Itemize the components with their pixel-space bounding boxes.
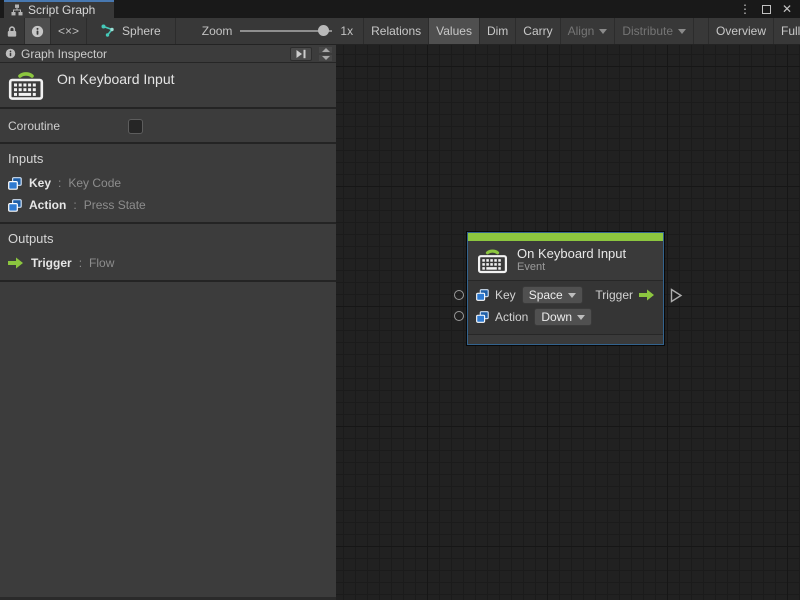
key-input-port[interactable] [454, 290, 464, 300]
action-value-dropdown[interactable]: Down [534, 308, 593, 326]
action-port-label: Action [495, 310, 529, 324]
code-icon: <×> [58, 24, 80, 38]
graph-target-button[interactable]: Sphere [87, 18, 176, 44]
port-type: Flow [89, 256, 115, 270]
zoom-label: Zoom [201, 24, 233, 38]
align-dropdown[interactable]: Align [561, 18, 616, 44]
inputs-title: Inputs [8, 151, 44, 166]
inputs-section: Inputs Key : Key Code Action: Press Sta… [0, 144, 336, 224]
scroll-down-button[interactable] [319, 54, 332, 61]
trigger-output-port[interactable] [670, 288, 683, 303]
flow-arrow-icon [639, 289, 655, 301]
unit-title: On Keyboard Input [57, 71, 175, 87]
main-area: Graph Inspector On Keyboard Input Corout… [0, 45, 800, 600]
overview-button[interactable]: Overview [708, 18, 775, 44]
port-separator: : [78, 256, 83, 270]
tab-label: Script Graph [28, 3, 96, 17]
info-icon [5, 48, 16, 59]
close-icon[interactable]: ✕ [782, 0, 792, 18]
port-separator: : [58, 176, 62, 190]
graph-inspector-panel: Graph Inspector On Keyboard Input Corout… [0, 45, 336, 600]
port-name: Trigger [31, 256, 72, 270]
unit-header: On Keyboard Input [0, 63, 336, 109]
event-color-strip [468, 233, 663, 241]
node-row-action: Action Down [476, 307, 655, 327]
lock-icon [6, 25, 18, 38]
coroutine-checkbox[interactable] [128, 119, 143, 134]
chevron-down-icon [321, 55, 330, 60]
dock-panel-button[interactable] [290, 46, 312, 61]
tab-bar: Script Graph ⋮ ✕ [0, 0, 800, 18]
dock-icon [295, 49, 307, 59]
port-name: Key [29, 176, 52, 190]
value-port-icon [8, 198, 22, 212]
relations-button[interactable]: Relations [363, 18, 430, 44]
port-type: Key Code [68, 176, 122, 190]
zoom-control: Zoom 1x [176, 18, 363, 44]
info-icon [31, 25, 44, 38]
input-row-action: Action : Press State [8, 197, 328, 213]
script-graph-window: Script Graph ⋮ ✕ <×> Sphere Zoom 1x Rela… [0, 0, 800, 600]
input-row-key: Key : Key Code [8, 175, 328, 191]
lock-button[interactable] [0, 18, 25, 44]
inspector-header: Graph Inspector [0, 45, 336, 63]
chevron-up-icon [321, 47, 330, 52]
keyboard-event-icon [8, 68, 44, 101]
carry-button[interactable]: Carry [516, 18, 561, 44]
zoom-slider[interactable] [240, 25, 333, 37]
distribute-dropdown[interactable]: Distribute [615, 18, 694, 44]
zoom-slider-handle[interactable] [318, 25, 330, 36]
port-separator: : [73, 198, 77, 212]
maximize-icon[interactable] [761, 4, 771, 14]
inspector-toggle-button[interactable] [25, 18, 51, 44]
scroll-up-button[interactable] [319, 46, 332, 53]
zoom-value: 1x [340, 24, 354, 38]
fullscreen-button[interactable]: Full Screen [774, 18, 800, 44]
inspector-title: Graph Inspector [21, 46, 108, 61]
window-menu-icon[interactable]: ⋮ [739, 0, 751, 18]
output-row-trigger: Trigger : Flow [8, 255, 328, 271]
node-footer [468, 334, 663, 344]
toolbar-gap [694, 18, 708, 44]
port-type: Press State [83, 198, 146, 212]
coroutine-row: Coroutine [0, 109, 336, 144]
node-body: Key Space Trigger Action Down [468, 281, 663, 334]
node-subtitle: Event [517, 261, 546, 273]
graph-node-icon [101, 24, 115, 38]
node-header: On Keyboard Input Event [468, 241, 663, 281]
value-port-icon [476, 311, 489, 323]
keyboard-event-icon [477, 246, 508, 274]
action-value: Down [541, 310, 573, 324]
values-button[interactable]: Values [429, 18, 480, 44]
graph-target-label: Sphere [122, 24, 161, 38]
value-port-icon [8, 176, 22, 190]
graph-toolbar: <×> Sphere Zoom 1x Relations Values Dim … [0, 18, 800, 45]
window-controls: ⋮ ✕ [739, 0, 792, 18]
key-value-dropdown[interactable]: Space [521, 286, 583, 304]
on-keyboard-input-node[interactable]: On Keyboard Input Event Key Space Trigge… [467, 232, 664, 345]
outputs-title: Outputs [8, 231, 54, 246]
dim-button[interactable]: Dim [480, 18, 517, 44]
coroutine-label: Coroutine [8, 118, 61, 133]
outputs-section: Outputs Trigger : Flow [0, 224, 336, 282]
key-port-label: Key [495, 288, 516, 302]
flow-arrow-icon [8, 257, 24, 269]
port-name: Action [29, 198, 67, 212]
scroll-spinners [317, 46, 334, 62]
node-title: On Keyboard Input [517, 246, 627, 261]
code-view-button[interactable]: <×> [51, 18, 88, 44]
value-port-icon [476, 289, 489, 301]
trigger-output: Trigger [595, 288, 655, 302]
key-value: Space [528, 288, 563, 302]
trigger-label: Trigger [595, 288, 633, 302]
tab-script-graph[interactable]: Script Graph [4, 0, 114, 18]
graph-canvas[interactable]: On Keyboard Input Event Key Space Trigge… [336, 45, 800, 600]
node-row-key: Key Space Trigger [476, 285, 655, 305]
action-input-port[interactable] [454, 311, 464, 321]
graph-hierarchy-icon [11, 4, 23, 16]
